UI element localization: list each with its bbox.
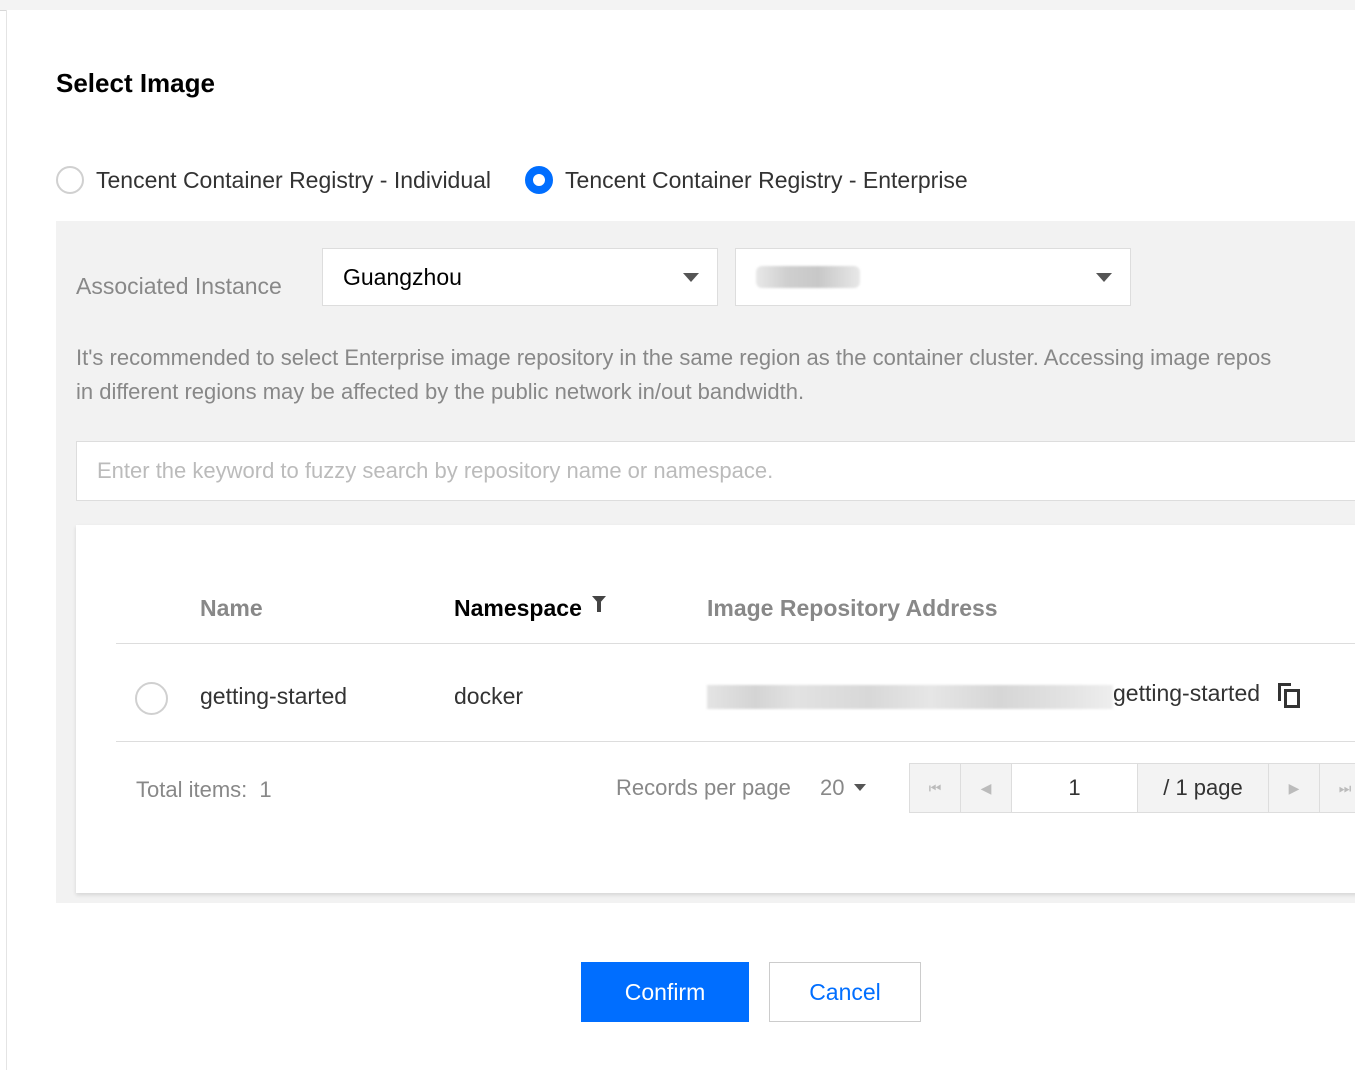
region-select[interactable]: Guangzhou xyxy=(322,248,718,306)
repository-table: Name Namespace Image Repository Address … xyxy=(76,525,1355,893)
registry-type-radio-group: Tencent Container Registry - Individual … xyxy=(56,160,1002,200)
radio-registry-enterprise[interactable]: Tencent Container Registry - Enterprise xyxy=(525,166,968,194)
last-page-icon: ⏭ xyxy=(1338,779,1352,796)
next-page-button[interactable]: ▶ xyxy=(1269,764,1320,812)
next-page-icon: ▶ xyxy=(1288,779,1300,796)
associated-instance-label: Associated Instance xyxy=(76,273,282,299)
total-items-label: Total items: xyxy=(136,777,248,802)
total-items: Total items: 1 xyxy=(136,777,272,803)
last-page-button[interactable]: ⏭ xyxy=(1320,764,1355,812)
header-divider xyxy=(116,643,1355,644)
total-items-count: 1 xyxy=(259,777,272,802)
chevron-down-icon xyxy=(854,784,867,791)
first-page-button[interactable]: ⏮ xyxy=(910,764,961,812)
column-header-name: Name xyxy=(200,595,263,621)
radio-checked-icon xyxy=(525,166,554,194)
filter-icon[interactable] xyxy=(591,596,606,612)
region-select-value: Guangzhou xyxy=(343,263,462,290)
row-divider xyxy=(116,741,1355,742)
records-per-page-select[interactable]: 20 xyxy=(820,775,867,801)
instance-select-value-redacted xyxy=(756,266,860,288)
copy-icon[interactable] xyxy=(1278,683,1302,709)
confirm-button[interactable]: Confirm xyxy=(581,962,749,1022)
row-select-radio[interactable] xyxy=(135,682,168,715)
prev-page-icon: ◀ xyxy=(980,779,992,796)
chevron-down-icon xyxy=(1096,273,1112,282)
column-header-namespace-label: Namespace xyxy=(454,595,582,621)
row-address-suffix: getting-started xyxy=(1113,680,1261,706)
prev-page-button[interactable]: ◀ xyxy=(961,764,1012,812)
first-page-icon: ⏮ xyxy=(928,779,942,796)
radio-label-enterprise: Tencent Container Registry - Enterprise xyxy=(565,166,968,193)
cancel-button[interactable]: Cancel xyxy=(769,962,921,1022)
records-per-page-label: Records per page xyxy=(616,775,791,800)
row-name: getting-started xyxy=(200,683,348,709)
records-per-page-value: 20 xyxy=(820,775,845,800)
repository-search-input[interactable] xyxy=(76,441,1355,501)
chevron-down-icon xyxy=(683,273,699,282)
dialog-title: Select Image xyxy=(56,68,215,98)
column-header-namespace[interactable]: Namespace xyxy=(454,595,606,622)
region-hint-text: It's recommended to select Enterprise im… xyxy=(76,345,1272,404)
pagination: ⏮ ◀ / 1 page ▶ ⏭ xyxy=(909,763,1355,813)
instance-select[interactable] xyxy=(735,248,1131,306)
page-number-input[interactable] xyxy=(1012,764,1138,812)
total-pages: / 1 page xyxy=(1138,764,1269,812)
row-namespace: docker xyxy=(454,683,524,709)
select-image-dialog: Select Image Tencent Container Registry … xyxy=(6,10,1355,1070)
address-redacted xyxy=(707,685,1113,709)
column-header-address: Image Repository Address xyxy=(707,595,998,621)
radio-registry-individual[interactable]: Tencent Container Registry - Individual xyxy=(56,166,491,194)
enterprise-panel: Associated Instance Guangzhou It's recom… xyxy=(56,221,1355,903)
radio-unchecked-icon xyxy=(56,166,84,194)
radio-label-individual: Tencent Container Registry - Individual xyxy=(96,166,492,193)
